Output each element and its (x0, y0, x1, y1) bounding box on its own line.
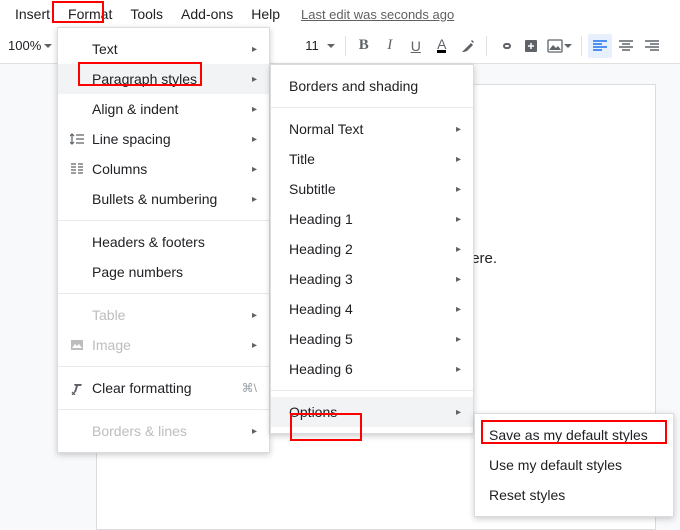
menu-title[interactable]: Title▸ (271, 144, 473, 174)
chevron-right-icon: ▸ (456, 184, 461, 195)
insert-image-button[interactable] (545, 34, 575, 58)
menu-options[interactable]: Options▸ (271, 397, 473, 427)
align-center-button[interactable] (614, 34, 638, 58)
italic-button[interactable]: I (378, 34, 402, 58)
chevron-right-icon: ▸ (456, 214, 461, 225)
underline-button[interactable]: U (404, 34, 428, 58)
chevron-right-icon: ▸ (456, 154, 461, 165)
chevron-right-icon: ▸ (252, 426, 257, 437)
menu-image: Image▸ (58, 330, 269, 360)
zoom-selector[interactable]: 100% (4, 36, 56, 55)
menu-text[interactable]: Text▸ (58, 34, 269, 64)
menu-heading-1[interactable]: Heading 1▸ (271, 204, 473, 234)
separator (58, 366, 269, 367)
font-size-selector[interactable]: 11 (301, 36, 339, 55)
menu-heading-5[interactable]: Heading 5▸ (271, 324, 473, 354)
paragraph-styles-dropdown: Borders and shading Normal Text▸ Title▸ … (270, 64, 474, 434)
menu-save-default-styles[interactable]: Save as my default styles (475, 420, 673, 450)
columns-icon (66, 163, 88, 175)
menu-subtitle[interactable]: Subtitle▸ (271, 174, 473, 204)
menu-tools[interactable]: Tools (121, 2, 172, 26)
menu-heading-6[interactable]: Heading 6▸ (271, 354, 473, 384)
menu-table: Table▸ (58, 300, 269, 330)
text-color-icon: A (437, 38, 446, 53)
chevron-right-icon: ▸ (456, 364, 461, 375)
chevron-right-icon: ▸ (252, 104, 257, 115)
chevron-right-icon: ▸ (456, 274, 461, 285)
menu-heading-4[interactable]: Heading 4▸ (271, 294, 473, 324)
chevron-right-icon: ▸ (252, 164, 257, 175)
text-color-button[interactable]: A (430, 34, 454, 58)
align-right-button[interactable] (640, 34, 664, 58)
chevron-right-icon: ▸ (252, 340, 257, 351)
separator (581, 36, 582, 56)
line-spacing-icon (66, 133, 88, 145)
menu-heading-3[interactable]: Heading 3▸ (271, 264, 473, 294)
menu-headers-footers[interactable]: Headers & footers (58, 227, 269, 257)
caret-down-icon (327, 44, 335, 48)
chevron-right-icon: ▸ (456, 334, 461, 345)
menu-insert[interactable]: Insert (6, 2, 59, 26)
menu-use-default-styles[interactable]: Use my default styles (475, 450, 673, 480)
image-icon (547, 39, 563, 53)
separator (58, 409, 269, 410)
menu-heading-2[interactable]: Heading 2▸ (271, 234, 473, 264)
menu-align-indent[interactable]: Align & indent▸ (58, 94, 269, 124)
highlight-button[interactable] (456, 34, 480, 58)
menu-paragraph-styles[interactable]: Paragraph styles▸ (58, 64, 269, 94)
shortcut-label: ⌘\ (242, 381, 257, 395)
menu-format[interactable]: Format (59, 2, 121, 26)
chevron-right-icon: ▸ (252, 74, 257, 85)
last-edit-label[interactable]: Last edit was seconds ago (301, 7, 454, 22)
chevron-right-icon: ▸ (252, 134, 257, 145)
separator (486, 36, 487, 56)
bold-button[interactable]: B (352, 34, 376, 58)
chevron-right-icon: ▸ (252, 194, 257, 205)
add-comment-button[interactable] (519, 34, 543, 58)
menu-line-spacing[interactable]: Line spacing▸ (58, 124, 269, 154)
link-icon (497, 38, 513, 54)
font-size-value: 11 (305, 38, 319, 53)
caret-down-icon (44, 44, 52, 48)
separator (271, 390, 473, 391)
menu-help[interactable]: Help (242, 2, 289, 26)
clear-format-icon (66, 381, 88, 395)
options-dropdown: Save as my default styles Use my default… (474, 413, 674, 517)
align-right-icon (645, 40, 659, 52)
image-icon (66, 339, 88, 351)
chevron-right-icon: ▸ (456, 407, 461, 418)
separator (58, 220, 269, 221)
chevron-right-icon: ▸ (252, 44, 257, 55)
menu-page-numbers[interactable]: Page numbers (58, 257, 269, 287)
separator (345, 36, 346, 56)
separator (271, 107, 473, 108)
chevron-right-icon: ▸ (456, 124, 461, 135)
format-dropdown: Text▸ Paragraph styles▸ Align & indent▸ … (57, 27, 270, 453)
menu-columns[interactable]: Columns▸ (58, 154, 269, 184)
chevron-right-icon: ▸ (252, 310, 257, 321)
menu-bullets-numbering[interactable]: Bullets & numbering▸ (58, 184, 269, 214)
separator (58, 293, 269, 294)
align-left-button[interactable] (588, 34, 612, 58)
menu-borders-lines: Borders & lines▸ (58, 416, 269, 446)
chevron-right-icon: ▸ (456, 304, 461, 315)
menu-clear-formatting[interactable]: Clear formatting⌘\ (58, 373, 269, 403)
highlighter-icon (460, 38, 476, 54)
align-left-icon (593, 40, 607, 52)
menu-normal-text[interactable]: Normal Text▸ (271, 114, 473, 144)
menu-borders-shading[interactable]: Borders and shading (271, 71, 473, 101)
align-center-icon (619, 40, 633, 52)
chevron-right-icon: ▸ (456, 244, 461, 255)
caret-down-icon (564, 44, 572, 48)
plus-box-icon (523, 38, 539, 54)
zoom-value: 100% (8, 38, 41, 53)
menu-reset-styles[interactable]: Reset styles (475, 480, 673, 510)
insert-link-button[interactable] (493, 34, 517, 58)
menu-addons[interactable]: Add-ons (172, 2, 242, 26)
menubar: Insert Format Tools Add-ons Help Last ed… (0, 0, 680, 28)
